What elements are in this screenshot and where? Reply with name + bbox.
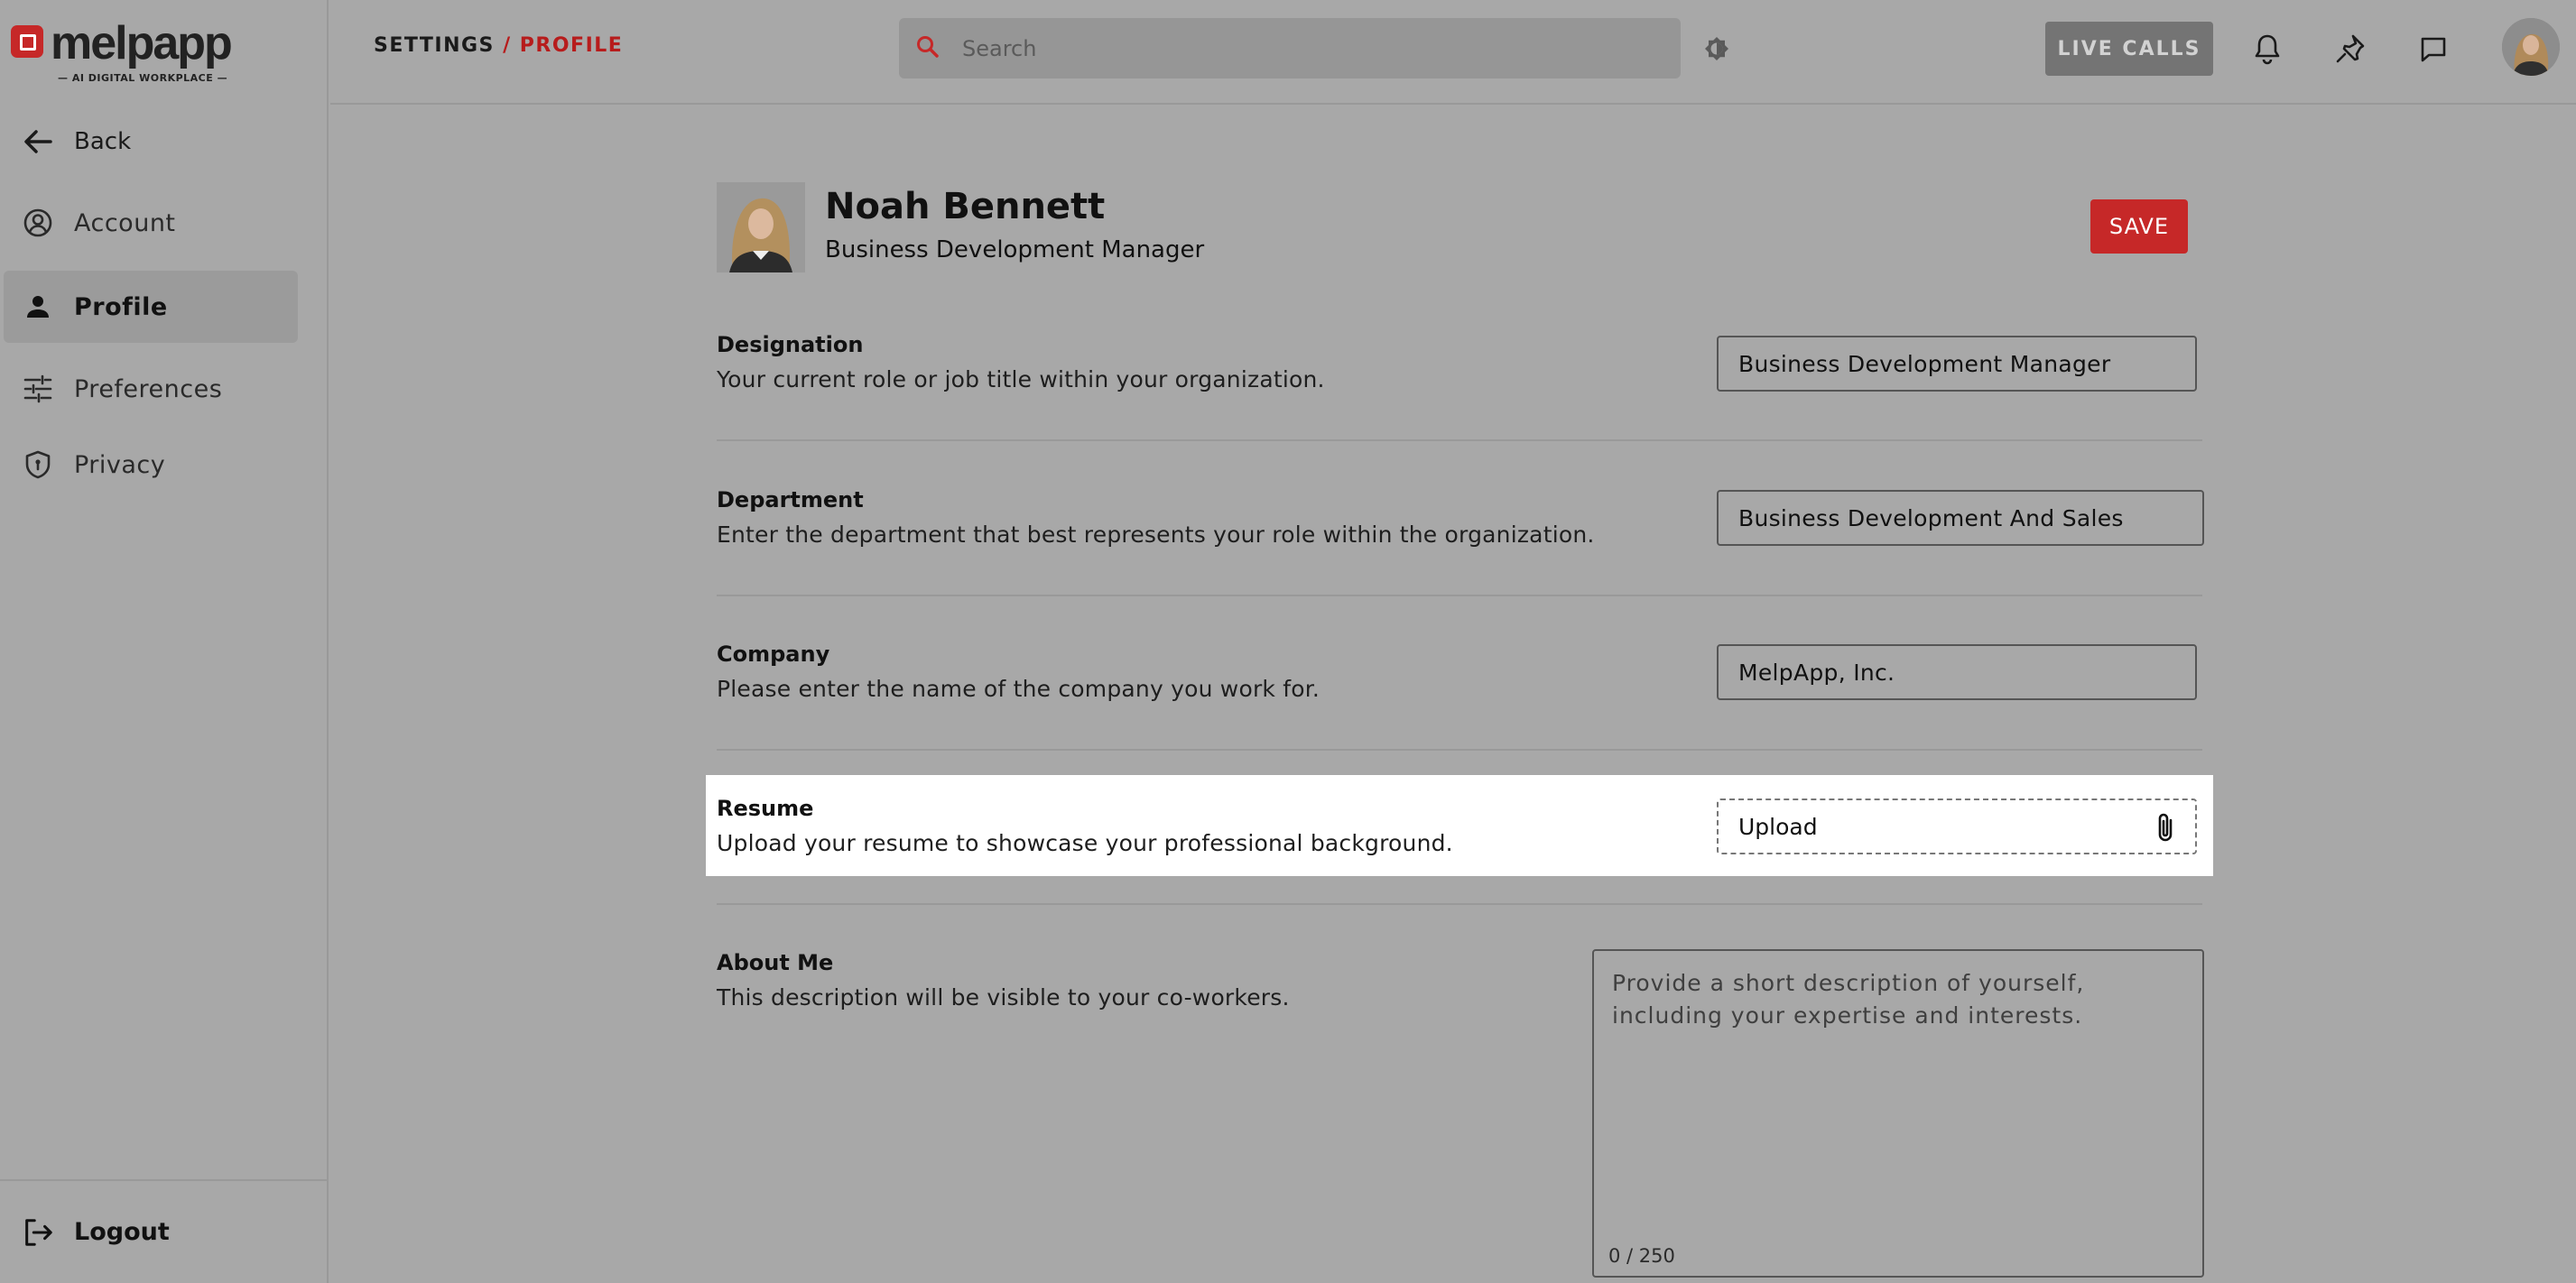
- user-avatar[interactable]: [2502, 18, 2560, 76]
- arrow-left-icon: [22, 125, 54, 158]
- designation-description: Your current role or job title within yo…: [717, 366, 1325, 392]
- about-me-title: About Me: [717, 950, 834, 975]
- logout-button[interactable]: Logout: [0, 1179, 329, 1283]
- chat-icon[interactable]: [2412, 27, 2455, 70]
- department-description: Enter the department that best represent…: [717, 522, 1595, 548]
- live-calls-button[interactable]: LIVE CALLS: [2045, 22, 2213, 76]
- profile-avatar[interactable]: [717, 182, 805, 272]
- logout-label: Logout: [74, 1218, 170, 1246]
- profile-header: Noah Bennett Business Development Manage…: [717, 182, 2161, 272]
- company-field[interactable]: MelpApp, Inc.: [1717, 644, 2197, 700]
- department-title: Department: [717, 487, 864, 512]
- designation-field[interactable]: Business Development Manager: [1717, 336, 2197, 392]
- logo-wordmark: melpapp: [51, 17, 233, 69]
- divider: [717, 749, 2202, 751]
- divider: [717, 439, 2202, 441]
- sliders-icon: [22, 373, 54, 405]
- melpapp-logo[interactable]: melpapp — AI DIGITAL WORKPLACE —: [11, 17, 246, 88]
- search-input[interactable]: [962, 35, 1648, 61]
- about-me-textarea[interactable]: [1592, 949, 2204, 1278]
- shield-icon: [22, 448, 54, 481]
- sidebar: melpapp — AI DIGITAL WORKPLACE — Back Ac…: [0, 0, 329, 1283]
- profile-role: Business Development Manager: [825, 236, 1205, 263]
- department-field[interactable]: Business Development And Sales: [1717, 490, 2204, 546]
- divider: [717, 595, 2202, 596]
- logo-tagline: — AI DIGITAL WORKPLACE —: [58, 72, 228, 84]
- theme-toggle-icon[interactable]: [1699, 31, 1735, 67]
- breadcrumb: SETTINGS / PROFILE: [374, 34, 623, 57]
- search-icon: [915, 34, 941, 63]
- breadcrumb-profile: / PROFILE: [503, 34, 624, 57]
- sidebar-item-account[interactable]: Account: [4, 187, 298, 259]
- resume-title: Resume: [717, 796, 814, 821]
- back-label: Back: [74, 128, 132, 155]
- sidebar-item-label: Account: [74, 208, 176, 237]
- sidebar-item-label: Profile: [74, 292, 168, 321]
- divider: [717, 903, 2202, 905]
- character-counter: 0 / 250: [1608, 1245, 1675, 1267]
- search-bar[interactable]: [899, 18, 1681, 78]
- profile-settings-panel: Noah Bennett Business Development Manage…: [330, 106, 2576, 1283]
- bell-icon[interactable]: [2246, 27, 2289, 70]
- paperclip-icon[interactable]: [2150, 811, 2181, 845]
- company-title: Company: [717, 642, 830, 667]
- account-circle-icon: [22, 207, 54, 239]
- company-description: Please enter the name of the company you…: [717, 676, 1320, 702]
- sidebar-item-privacy[interactable]: Privacy: [4, 429, 298, 501]
- back-button[interactable]: Back: [22, 119, 131, 164]
- about-me-description: This description will be visible to your…: [717, 984, 1290, 1011]
- sidebar-item-profile[interactable]: Profile: [4, 271, 298, 343]
- melpapp-logo-mark-icon: [11, 25, 43, 58]
- sidebar-item-preferences[interactable]: Preferences: [4, 353, 298, 425]
- resume-description: Upload your resume to showcase your prof…: [717, 830, 1453, 856]
- breadcrumb-settings[interactable]: SETTINGS: [374, 34, 495, 57]
- sidebar-item-label: Preferences: [74, 374, 223, 403]
- sidebar-item-label: Privacy: [74, 450, 166, 479]
- profile-name: Noah Bennett: [825, 186, 1106, 227]
- designation-title: Designation: [717, 332, 864, 357]
- pin-icon[interactable]: [2329, 27, 2372, 70]
- save-button[interactable]: SAVE: [2090, 199, 2188, 254]
- top-header: SETTINGS / PROFILE LIVE CALLS: [330, 0, 2576, 105]
- upload-label: Upload: [1738, 813, 1818, 840]
- resume-upload-field[interactable]: Upload: [1717, 798, 2197, 854]
- person-icon: [22, 291, 54, 323]
- logout-icon: [22, 1216, 54, 1249]
